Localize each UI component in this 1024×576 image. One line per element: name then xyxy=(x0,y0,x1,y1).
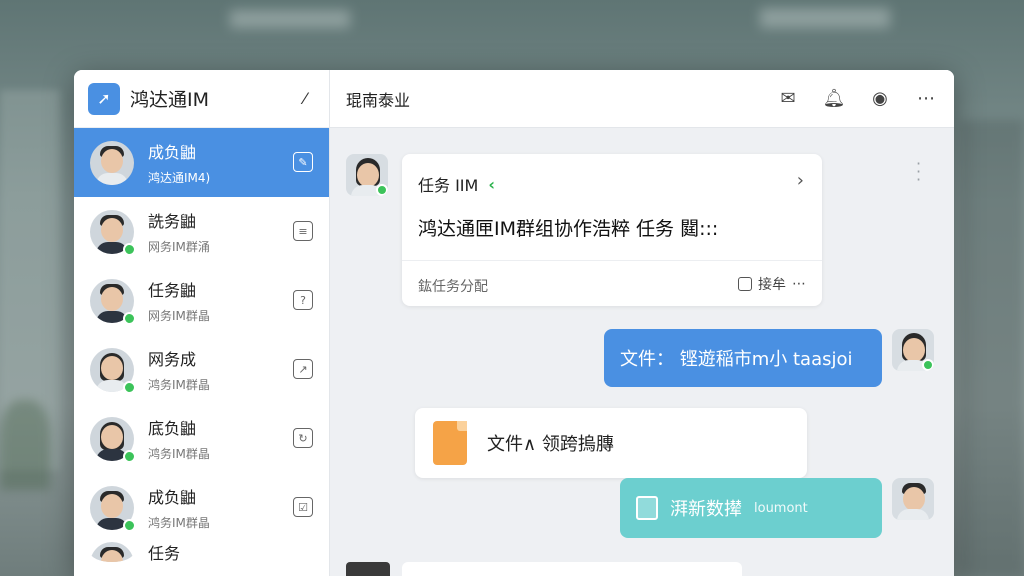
task-card-header: 任务 IIM ‹ xyxy=(418,172,495,196)
file-name: 文件∧ 领跨摀膞 xyxy=(487,434,614,455)
bell-icon[interactable]: 🔔︎ xyxy=(822,87,846,111)
more-icon[interactable]: ⋯ xyxy=(914,87,938,111)
clipboard-icon[interactable]: ? xyxy=(293,290,313,310)
conversation-item[interactable]: 网务成 鸿务IM群晶 ↗ xyxy=(74,335,329,404)
avatar xyxy=(90,347,136,394)
avatar[interactable] xyxy=(892,329,934,371)
conversation-item[interactable]: 任务 xyxy=(74,542,329,563)
conversation-subtitle: 鸿务IM群晶 xyxy=(148,378,210,392)
outgoing-message[interactable]: 文件： 铿遊稲市m小 taasjoi xyxy=(604,329,882,387)
conversation-subtitle: 鸿务IM群晶 xyxy=(148,516,210,530)
sidebar: ➚ 鸿达通IM ⁄ 成负鼬 鸿达通IM4) ✎ 詵务鼬 网务IM群涌 ≡ 任务鼬… xyxy=(74,70,330,576)
refresh-icon[interactable]: ↻ xyxy=(293,428,313,448)
list-icon[interactable]: ≡ xyxy=(293,221,313,241)
avatar xyxy=(90,140,134,185)
share-icon[interactable]: ↗ xyxy=(293,359,313,379)
chevron-left-icon: ‹ xyxy=(488,174,495,194)
task-card-title: 任务 IIM xyxy=(418,176,479,195)
im-window: ➚ 鸿达通IM ⁄ 成负鼬 鸿达通IM4) ✎ 詵务鼬 网务IM群涌 ≡ 任务鼬… xyxy=(74,70,954,576)
conversation-item[interactable]: 成负鼬 鸿达通IM4) ✎ xyxy=(74,128,329,197)
conversation-name: 詵务鼬 xyxy=(148,212,197,231)
sidebar-header: ➚ 鸿达通IM ⁄ xyxy=(74,70,329,128)
conversation-item[interactable]: 底负鼬 鸿务IM群晶 ↻ xyxy=(74,404,329,473)
conversation-subtitle: 鸿达通IM4) xyxy=(148,171,211,185)
avatar[interactable] xyxy=(346,154,388,196)
profile-icon[interactable]: ◉ xyxy=(868,87,892,111)
conversation-name: 成负鼬 xyxy=(148,143,197,162)
message-text: 湃新数撵 xyxy=(670,499,742,520)
conversation-subtitle: 网务IM群晶 xyxy=(148,309,210,323)
conversation-name: 任务鼬 xyxy=(148,281,197,300)
kebab-icon[interactable]: · · · xyxy=(916,156,921,188)
outgoing-message[interactable]: 湃新数撵 loumont xyxy=(620,478,882,538)
online-indicator xyxy=(123,242,136,256)
avatar[interactable] xyxy=(346,562,390,576)
mail-icon[interactable]: ✉ xyxy=(776,87,800,111)
conversation-name: 底负鼬 xyxy=(148,419,197,438)
avatar[interactable] xyxy=(892,478,934,520)
avatar xyxy=(90,485,136,532)
chevron-right-icon[interactable]: › xyxy=(797,170,804,191)
conversation-name: 成负鼬 xyxy=(148,488,197,507)
task-card[interactable]: 任务 IIM ‹ › 鸿达通匣IM群组协作浩粹 任务 閮::: 鈜任务分配 接牟… xyxy=(402,154,822,306)
file-message[interactable]: 文件∧ 领跨摀膞 xyxy=(415,408,807,478)
avatar xyxy=(90,416,136,463)
conversation-item[interactable]: 成负鼬 鸿务IM群晶 ☑ xyxy=(74,473,329,542)
task-card-footer: 鈜任务分配 xyxy=(418,279,488,295)
conversation-name: 任务 xyxy=(148,544,181,563)
note-icon[interactable]: ✎ xyxy=(293,152,313,172)
rocket-icon: ➚ xyxy=(88,82,120,115)
conversation-list: 成负鼬 鸿达通IM4) ✎ 詵务鼬 网务IM群涌 ≡ 任务鼬 网务IM群晶 ? … xyxy=(74,128,329,563)
app-title: 鸿达通IM xyxy=(130,89,209,111)
message-card[interactable] xyxy=(402,562,742,576)
task-card-body: 鸿达通匣IM群组协作浩粹 任务 閮::: xyxy=(418,218,719,240)
conversation-item[interactable]: 任务鼬 网务IM群晶 ? xyxy=(74,266,329,335)
task-card-actions[interactable]: 接牟 ⋯ xyxy=(738,274,806,294)
chat-header: 琨南泰业 ✉ 🔔︎ ◉ ⋯ xyxy=(330,70,954,128)
accept-button[interactable]: 接牟 xyxy=(758,274,786,294)
online-indicator xyxy=(123,380,136,394)
checklist-icon[interactable]: ☑ xyxy=(293,497,313,517)
conversation-item[interactable]: 詵务鼬 网务IM群涌 ≡ xyxy=(74,197,329,266)
divider xyxy=(402,260,822,261)
online-indicator xyxy=(123,518,136,532)
message-text: 文件： 铿遊稲市m小 taasjoi xyxy=(620,349,853,370)
avatar xyxy=(90,278,136,325)
online-indicator xyxy=(123,449,136,463)
conversation-subtitle: 网务IM群涌 xyxy=(148,240,210,254)
avatar xyxy=(90,542,134,562)
message-suffix: loumont xyxy=(754,500,808,516)
document-icon xyxy=(636,496,658,520)
chat-panel: 琨南泰业 ✉ 🔔︎ ◉ ⋯ 任务 IIM ‹ › 鸿达通匣IM群组协作浩粹 任务… xyxy=(330,70,954,576)
online-indicator xyxy=(123,311,136,325)
checkbox-icon[interactable] xyxy=(738,277,752,291)
avatar xyxy=(90,209,136,256)
file-icon xyxy=(433,421,467,465)
more-icon[interactable]: ⋯ xyxy=(792,276,806,292)
conversation-subtitle: 鸿务IM群晶 xyxy=(148,447,210,461)
conversation-name: 网务成 xyxy=(148,350,197,369)
edit-icon[interactable]: ⁄ xyxy=(295,89,315,109)
chat-title: 琨南泰业 xyxy=(346,90,411,110)
